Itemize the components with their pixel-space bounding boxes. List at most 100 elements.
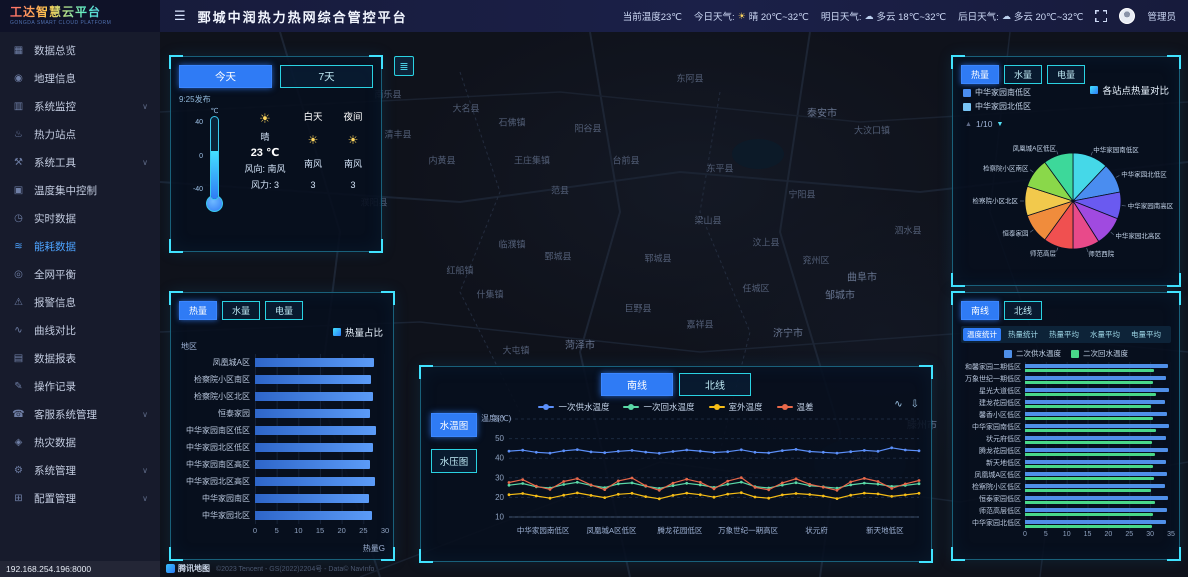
- pie-tab-water[interactable]: 水量: [1004, 65, 1042, 84]
- fullscreen-icon[interactable]: [1095, 10, 1107, 22]
- temp-stats-sub-tab-water-avg[interactable]: 水量平均: [1086, 328, 1124, 341]
- weather-tab-today[interactable]: 今天: [179, 65, 272, 88]
- sidebar-item-geo-info[interactable]: ◉地理信息: [0, 64, 160, 92]
- publish-time: 9:25发布: [179, 94, 373, 105]
- sidebar-item-system-monitor[interactable]: ▥系统监控∨: [0, 92, 160, 120]
- sidebar-item-data-overview[interactable]: ▦数据总览: [0, 36, 160, 64]
- temp-stats-sub-tab-temp-stats[interactable]: 温度统计: [963, 328, 1001, 341]
- sidebar-item-label: 系统工具: [34, 155, 76, 170]
- page-down-icon[interactable]: ▼: [996, 121, 1003, 128]
- svg-text:40: 40: [495, 454, 504, 463]
- chart-type-toggle-icon[interactable]: ∿: [894, 399, 902, 410]
- heat-ratio-tab-power[interactable]: 电量: [265, 301, 303, 320]
- sidebar-item-data-report[interactable]: ▤数据报表: [0, 344, 160, 372]
- sidebar-item-system-tools[interactable]: ⚒系统工具∨: [0, 148, 160, 176]
- pie-tab-heat[interactable]: 热量: [961, 65, 999, 84]
- legend-marker: [538, 403, 554, 411]
- sidebar-item-heat-loss-data[interactable]: ◈热灾数据: [0, 428, 160, 456]
- temp-stats-sub-tab-heat-avg[interactable]: 热量平均: [1045, 328, 1083, 341]
- bar-row: [255, 422, 385, 439]
- temp-bar: [1025, 424, 1169, 428]
- temp-stats-sub-tab-heat-stats[interactable]: 热量统计: [1004, 328, 1042, 341]
- water-pressure-map-button[interactable]: 水压图: [431, 449, 477, 473]
- sidebar-item-label: 温度集中控制: [34, 183, 97, 198]
- sidebar-item-label: 数据报表: [34, 351, 76, 366]
- pie-legend-item[interactable]: 中华家园北低区: [963, 101, 1031, 112]
- heat-bar: [255, 358, 374, 367]
- bar-row: [1025, 374, 1171, 386]
- map-layers-button[interactable]: ≣: [394, 56, 414, 76]
- map-place-label: 汶上县: [752, 236, 779, 249]
- temp-stats-subtabs: 温度统计热量统计热量平均水量平均电量平均: [961, 326, 1171, 343]
- heat-ratio-tab-water[interactable]: 水量: [222, 301, 260, 320]
- user-name[interactable]: 管理员: [1147, 9, 1176, 23]
- map-place-label: 什集镇: [476, 288, 503, 301]
- pie-label: 凤凰城A区低区: [1013, 144, 1057, 153]
- sidebar-item-system-mgmt[interactable]: ⚙系统管理∨: [0, 456, 160, 484]
- bar-category-label: 中华家园南区: [179, 490, 255, 507]
- temp-bar: [1025, 525, 1152, 529]
- sidebar-item-network-balance[interactable]: ◎全网平衡: [0, 260, 160, 288]
- bar-row: [1025, 506, 1171, 518]
- pie-tab-power[interactable]: 电量: [1047, 65, 1085, 84]
- weather-tab-week[interactable]: 7天: [280, 65, 373, 88]
- temp-stats-tab-north[interactable]: 北线: [1004, 301, 1042, 320]
- day-column-header: 白天: [293, 109, 333, 123]
- temp-stats-sub-tab-power-avg[interactable]: 电量平均: [1127, 328, 1165, 341]
- legend-swatch: [1004, 350, 1012, 358]
- map-attribution: 腾讯地图 ©2023 Tencent - GS(2022)2204号 - Dat…: [166, 563, 374, 574]
- page-indicator: 1/10: [976, 119, 993, 129]
- line-tab-north[interactable]: 北线: [679, 373, 751, 396]
- night-column-header: 夜间: [333, 109, 373, 123]
- map-canvas[interactable]: 南乐县大名县石佛镇王庄集镇阳谷县东阿县清丰县内黄县濮阳县范县台前县东平县梁山县汶…: [160, 32, 1188, 577]
- temp-stats-tab-south[interactable]: 南线: [961, 301, 999, 320]
- axis-tick-label: 10: [294, 526, 302, 535]
- heat-bar: [255, 494, 369, 503]
- x-axis-label: 新天地低区: [866, 525, 904, 535]
- sidebar-item-config-mgmt[interactable]: ⊞配置管理∨: [0, 484, 160, 512]
- map-place-label: 梁山县: [694, 214, 721, 227]
- sidebar-item-heat-stations[interactable]: ♨热力站点: [0, 120, 160, 148]
- pie-legend-item[interactable]: 中华家园南低区: [963, 87, 1031, 98]
- wind-force: 风力: 3: [251, 178, 279, 191]
- sidebar-item-service-system-mgmt[interactable]: ☎客服系统管理∨: [0, 400, 160, 428]
- pie-legend: 中华家园南低区中华家园北低区: [963, 87, 1031, 112]
- heat-ratio-title-row: 热量占比: [181, 325, 383, 339]
- temp-bar: [1025, 513, 1153, 517]
- sidebar-item-label: 配置管理: [34, 491, 76, 506]
- bar-plot-area: [1025, 362, 1171, 530]
- day-wind-force: 3: [293, 180, 333, 190]
- download-icon[interactable]: ⇩: [911, 399, 919, 410]
- map-place-label: 王庄集镇: [514, 154, 550, 167]
- page-up-icon[interactable]: ▲: [965, 121, 972, 128]
- menu-toggle-icon[interactable]: ☰: [174, 8, 186, 24]
- water-temp-map-button[interactable]: 水温图: [431, 413, 477, 437]
- temp-stats-legend-item[interactable]: 二次回水温度: [1071, 348, 1128, 359]
- bar-category-label: 检察院小区南区: [179, 371, 255, 388]
- temp-stats-legend-item[interactable]: 二次供水温度: [1004, 348, 1061, 359]
- temp-bar: [1025, 393, 1156, 397]
- sidebar-item-realtime-data[interactable]: ◷实时数据: [0, 204, 160, 232]
- sidebar-item-temp-central-control[interactable]: ▣温度集中控制: [0, 176, 160, 204]
- map-place-label: 石佛镇: [498, 116, 525, 129]
- line-tab-south[interactable]: 南线: [601, 373, 673, 396]
- avatar[interactable]: [1119, 8, 1135, 24]
- config-mgmt-icon: ⊞: [12, 493, 25, 504]
- heat-ratio-tab-heat[interactable]: 热量: [179, 301, 217, 320]
- chart-title-icon: [1090, 86, 1098, 94]
- bar-category-label: 建龙花园低区: [961, 398, 1025, 410]
- sidebar-item-energy-data[interactable]: ≋能耗数据: [0, 232, 160, 260]
- sidebar-item-label: 客服系统管理: [34, 407, 97, 422]
- bar-category-label: 中华家园南区低区: [179, 422, 255, 439]
- sidebar-item-operation-log[interactable]: ✎操作记录: [0, 372, 160, 400]
- heat-bar: [255, 443, 373, 452]
- thermometer-fill: [211, 151, 218, 199]
- temp-bar: [1025, 489, 1151, 493]
- pie-pager: ▲ 1/10 ▼: [965, 119, 1003, 129]
- temp-bar: [1025, 508, 1167, 512]
- pie-tabs: 热量水量电量: [961, 65, 1171, 84]
- sidebar-item-curve-compare[interactable]: ∿曲线对比: [0, 316, 160, 344]
- tencent-maps-logo: 腾讯地图: [166, 563, 210, 574]
- sidebar-item-alarm-info[interactable]: ⚠报警信息: [0, 288, 160, 316]
- map-place-label: 大屯镇: [502, 344, 529, 357]
